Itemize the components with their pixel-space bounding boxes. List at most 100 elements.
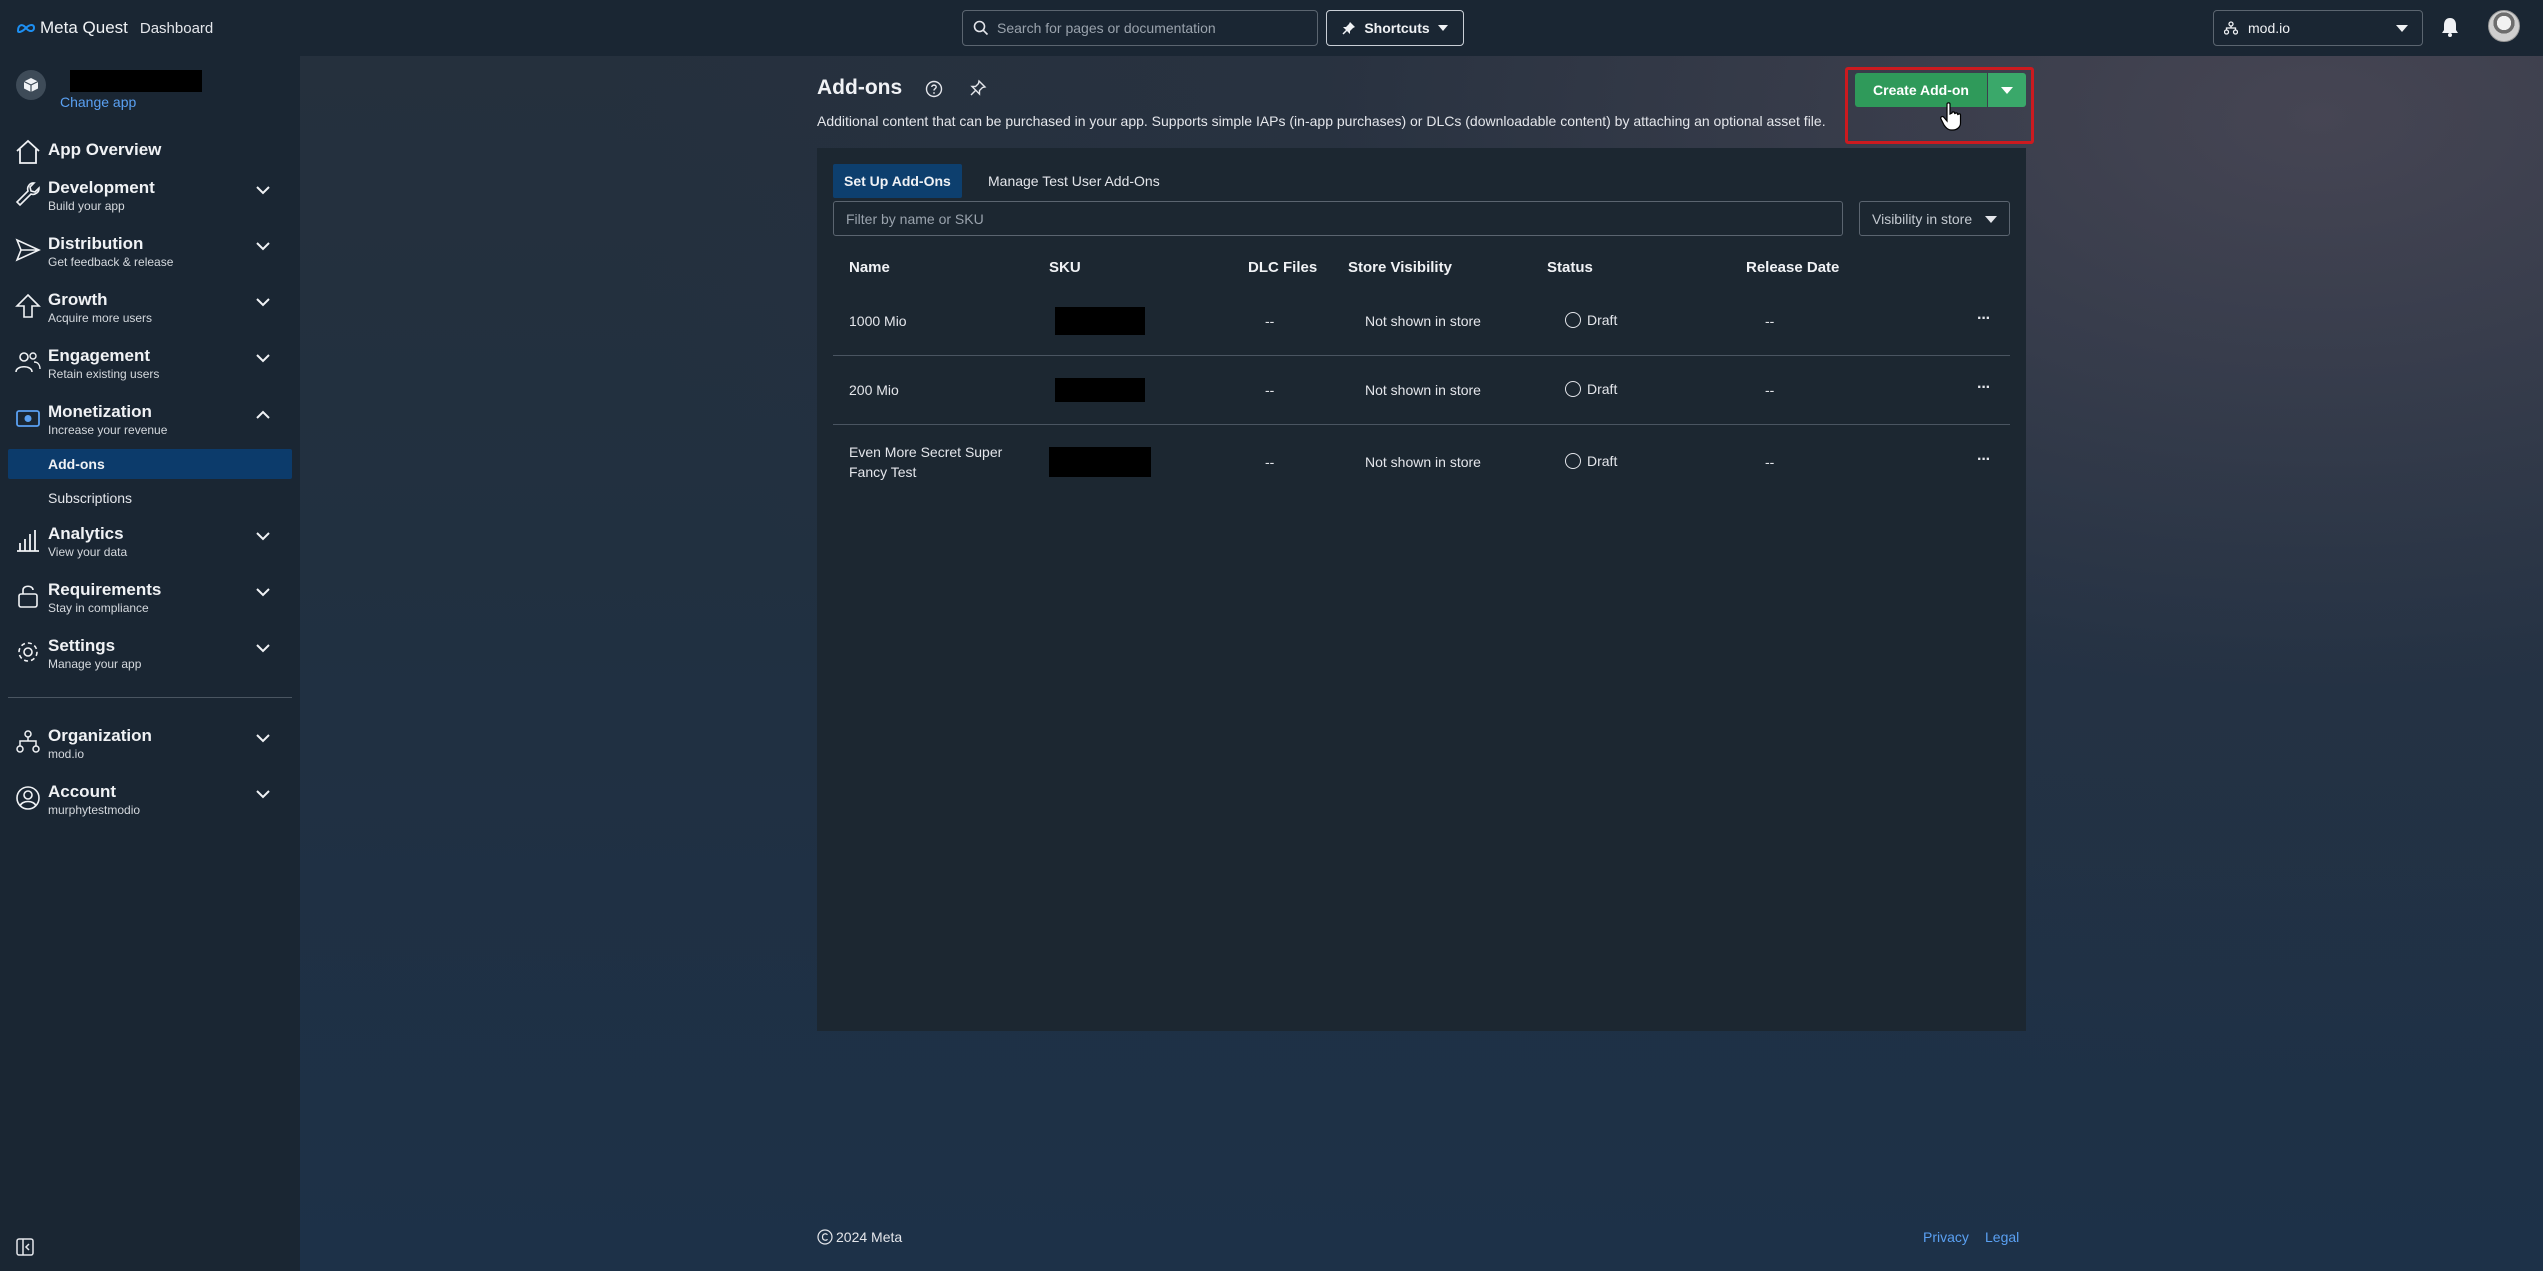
tab-manage-test-user-add-ons[interactable]: Manage Test User Add-Ons bbox=[977, 164, 1171, 198]
sidebar-item-development[interactable]: Development Build your app bbox=[0, 178, 300, 220]
privacy-link[interactable]: Privacy bbox=[1923, 1229, 1969, 1245]
sidebar-item-subtitle: Manage your app bbox=[48, 657, 142, 671]
search-bar[interactable] bbox=[962, 10, 1318, 46]
row-dlc-files: -- bbox=[1265, 454, 1275, 470]
status-badge: Draft bbox=[1565, 312, 1617, 328]
sidebar-item-label: Monetization bbox=[48, 402, 152, 421]
bell-icon[interactable] bbox=[2441, 17, 2459, 37]
sidebar-item-subtitle: Get feedback & release bbox=[48, 255, 174, 269]
sidebar: Change app App Overview Development Buil… bbox=[0, 56, 300, 1271]
draft-circle-icon bbox=[1565, 453, 1581, 469]
row-release-date: -- bbox=[1765, 313, 1775, 329]
sidebar-item-growth[interactable]: Growth Acquire more users bbox=[0, 290, 300, 332]
arrow-up-icon bbox=[15, 293, 41, 318]
more-options-icon[interactable]: ··· bbox=[1977, 310, 1991, 328]
chevron-down-icon bbox=[256, 242, 270, 251]
sidebar-item-analytics[interactable]: Analytics View your data bbox=[0, 524, 300, 566]
sidebar-item-app-overview[interactable]: App Overview bbox=[0, 136, 300, 166]
cube-icon bbox=[23, 78, 39, 92]
column-header-dlc-files[interactable]: DLC Files bbox=[1248, 259, 1317, 276]
org-selector[interactable]: mod.io bbox=[2213, 10, 2423, 46]
chevron-down-icon bbox=[256, 588, 270, 597]
top-bar: Meta Quest Dashboard Shortcuts mod.io bbox=[0, 0, 2543, 56]
table-row[interactable]: 200 Mio -- Not shown in store Draft -- ·… bbox=[833, 356, 2010, 424]
column-header-status[interactable]: Status bbox=[1547, 259, 1593, 276]
create-add-on-dropdown[interactable] bbox=[1988, 73, 2026, 107]
chevron-down-icon bbox=[256, 734, 270, 743]
legal-link[interactable]: Legal bbox=[1985, 1229, 2019, 1245]
brand[interactable]: Meta Quest Dashboard bbox=[16, 0, 213, 56]
hand-cursor-icon bbox=[1940, 102, 1962, 131]
copyright-icon bbox=[817, 1229, 833, 1245]
more-options-icon[interactable]: ··· bbox=[1977, 451, 1991, 469]
pin-icon bbox=[1342, 22, 1356, 35]
sidebar-item-label: Organization bbox=[48, 726, 152, 745]
help-icon[interactable] bbox=[925, 80, 943, 98]
app-name-redacted bbox=[70, 70, 202, 92]
more-options-icon[interactable]: ··· bbox=[1977, 379, 1991, 397]
gear-icon bbox=[18, 642, 38, 662]
sidebar-subitem-add-ons[interactable]: Add-ons bbox=[8, 449, 292, 479]
row-dlc-files: -- bbox=[1265, 313, 1275, 329]
money-icon bbox=[16, 410, 40, 427]
sidebar-item-engagement[interactable]: Engagement Retain existing users bbox=[0, 346, 300, 388]
visibility-filter-label: Visibility in store bbox=[1872, 210, 1973, 227]
status-label: Draft bbox=[1587, 453, 1618, 469]
shortcuts-label: Shortcuts bbox=[1364, 20, 1430, 36]
org-selector-label: mod.io bbox=[2248, 20, 2291, 36]
collapse-sidebar-icon[interactable] bbox=[16, 1238, 34, 1256]
footer-copyright: 2024 Meta bbox=[817, 1229, 902, 1245]
filter-field[interactable] bbox=[833, 201, 1843, 236]
pin-icon[interactable] bbox=[969, 79, 987, 97]
sidebar-item-distribution[interactable]: Distribution Get feedback & release bbox=[0, 234, 300, 276]
sidebar-item-settings[interactable]: Settings Manage your app bbox=[0, 636, 300, 678]
column-header-sku[interactable]: SKU bbox=[1049, 259, 1081, 276]
avatar[interactable] bbox=[2488, 10, 2520, 42]
sidebar-item-subtitle: Build your app bbox=[48, 199, 125, 213]
account-icon bbox=[16, 786, 40, 810]
sidebar-item-subtitle: murphytestmodio bbox=[48, 803, 141, 817]
sidebar-item-organization[interactable]: Organization mod.io bbox=[0, 726, 300, 768]
sidebar-item-label: Account bbox=[48, 782, 116, 801]
column-header-release-date[interactable]: Release Date bbox=[1746, 259, 1839, 276]
sidebar-item-label: Requirements bbox=[48, 580, 162, 599]
row-release-date: -- bbox=[1765, 454, 1775, 470]
sidebar-item-label: Development bbox=[48, 178, 155, 197]
sidebar-item-label: Distribution bbox=[48, 234, 144, 253]
create-add-on-button[interactable]: Create Add-on bbox=[1855, 73, 1987, 107]
brand-name: Meta Quest bbox=[40, 18, 128, 37]
sidebar-item-requirements[interactable]: Requirements Stay in compliance bbox=[0, 580, 300, 622]
shortcuts-button[interactable]: Shortcuts bbox=[1326, 10, 1464, 46]
caret-down-icon bbox=[1985, 216, 1997, 223]
column-header-name[interactable]: Name bbox=[849, 259, 890, 276]
row-name: Even More Secret Super Fancy Test bbox=[849, 444, 1003, 480]
bar-chart-icon bbox=[17, 530, 39, 552]
table-row[interactable]: Even More Secret Super Fancy Test -- Not… bbox=[833, 425, 2010, 501]
sidebar-item-label: Growth bbox=[48, 290, 108, 309]
row-release-date: -- bbox=[1765, 382, 1775, 398]
page-description: Additional content that can be purchased… bbox=[817, 113, 1826, 129]
sidebar-item-subtitle: View your data bbox=[48, 545, 128, 559]
add-ons-panel: Set Up Add-Ons Manage Test User Add-Ons … bbox=[817, 148, 2026, 1031]
change-app-link[interactable]: Change app bbox=[60, 94, 136, 110]
column-header-store-visibility[interactable]: Store Visibility bbox=[1348, 259, 1452, 276]
sidebar-item-label: App Overview bbox=[48, 140, 162, 159]
sku-redacted bbox=[1055, 378, 1145, 402]
page-title: Add-ons bbox=[817, 76, 903, 99]
chevron-down-icon bbox=[256, 186, 270, 195]
row-store-visibility: Not shown in store bbox=[1365, 382, 1481, 398]
sidebar-item-subtitle: mod.io bbox=[48, 747, 85, 761]
sidebar-item-account[interactable]: Account murphytestmodio bbox=[0, 782, 300, 824]
table-row[interactable]: 1000 Mio -- Not shown in store Draft -- … bbox=[833, 288, 2010, 354]
sidebar-item-subtitle: Retain existing users bbox=[48, 367, 160, 381]
filter-input[interactable] bbox=[846, 210, 1826, 227]
search-input[interactable] bbox=[997, 20, 1297, 36]
sidebar-subitem-subscriptions[interactable]: Subscriptions bbox=[8, 483, 292, 513]
status-badge: Draft bbox=[1565, 381, 1617, 397]
tab-set-up-add-ons[interactable]: Set Up Add-Ons bbox=[833, 164, 962, 198]
sidebar-divider bbox=[8, 697, 292, 698]
sidebar-item-monetization[interactable]: Monetization Increase your revenue bbox=[0, 402, 300, 444]
visibility-filter-select[interactable]: Visibility in store bbox=[1859, 201, 2010, 236]
status-badge: Draft bbox=[1565, 453, 1617, 469]
chevron-down-icon bbox=[256, 532, 270, 541]
